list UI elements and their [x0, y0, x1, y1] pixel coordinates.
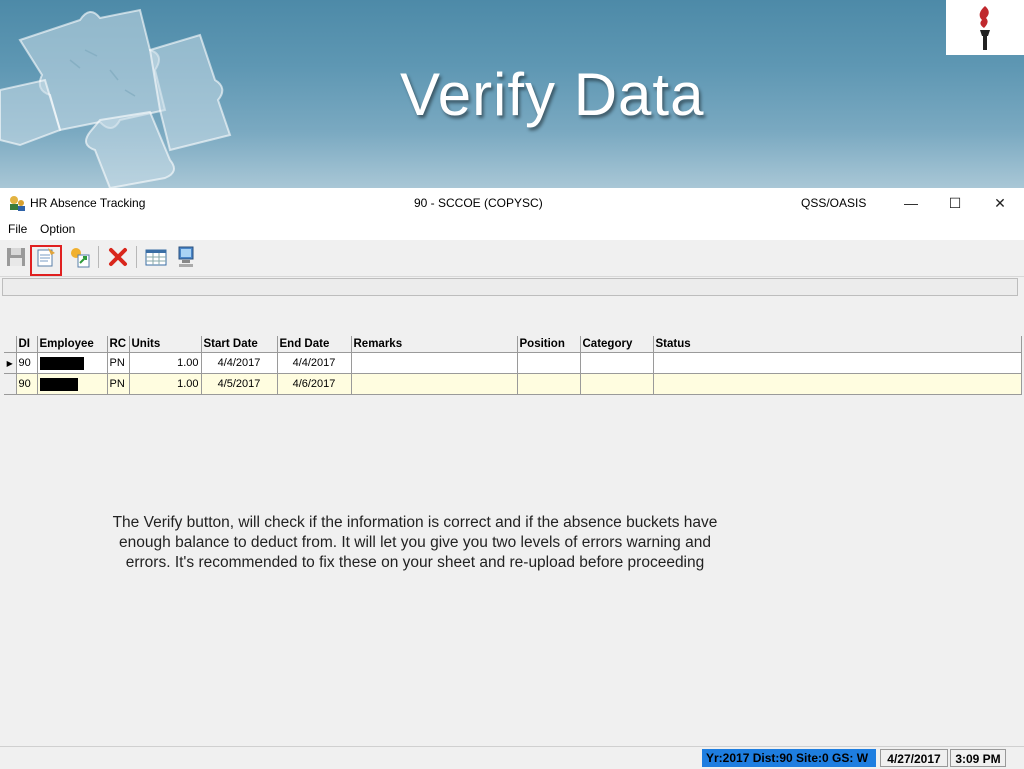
app-icon: [10, 196, 25, 211]
status-date: 4/27/2017: [880, 749, 948, 767]
table-row[interactable]: 90 PN 1.00 4/5/2017 4/6/2017: [4, 373, 1022, 395]
cell-status[interactable]: [653, 352, 1022, 374]
note-line: enough balance to deduct from. It will l…: [119, 534, 711, 551]
cell-employee[interactable]: [37, 373, 108, 395]
cell-rc[interactable]: PN: [107, 373, 130, 395]
close-button[interactable]: ✕: [977, 188, 1023, 218]
title-bar: HR Absence Tracking 90 - SCCOE (COPYSC) …: [0, 188, 1024, 218]
current-row-marker[interactable]: ▶: [4, 352, 17, 374]
status-bar: Yr:2017 Dist:90 Site:0 GS: W 4/27/2017 3…: [0, 746, 1024, 769]
column-header-employee[interactable]: Employee: [37, 336, 108, 353]
calendar-grid-icon[interactable]: [144, 245, 168, 269]
cell-category[interactable]: [580, 373, 654, 395]
toolbar-separator: [136, 246, 137, 268]
status-info: Yr:2017 Dist:90 Site:0 GS: W: [702, 749, 876, 767]
verify-highlight-box: [30, 245, 62, 276]
menu-option[interactable]: Option: [40, 222, 75, 236]
column-header-end-date[interactable]: End Date: [277, 336, 352, 353]
cell-position[interactable]: [517, 373, 581, 395]
note-line: errors. It's recommended to fix these on…: [125, 554, 705, 571]
upload-icon[interactable]: [68, 245, 92, 269]
torch-logo-icon: [979, 6, 990, 50]
slide-title: Verify Data: [400, 61, 705, 128]
column-header-start-date[interactable]: Start Date: [201, 336, 278, 353]
absence-grid: DI Employee RC Units Start Date End Date…: [4, 336, 1022, 395]
redacted-name: [39, 356, 84, 370]
cell-employee[interactable]: [37, 352, 108, 374]
cell-category[interactable]: [580, 352, 654, 374]
menu-file[interactable]: File: [8, 222, 27, 236]
delete-icon[interactable]: [106, 245, 130, 269]
minimize-button[interactable]: —: [888, 188, 934, 218]
district-title: 90 - SCCOE (COPYSC): [414, 196, 543, 210]
status-time: 3:09 PM: [950, 749, 1006, 767]
puzzle-graphic: [0, 8, 232, 188]
menu-bar: File Option: [0, 218, 1024, 240]
slide-banner: Verify Data: [0, 0, 1024, 188]
save-icon[interactable]: [4, 245, 28, 269]
window-title: HR Absence Tracking: [30, 196, 146, 210]
toolbar-separator: [98, 246, 99, 268]
toolbar: [0, 240, 1024, 277]
grid-header-row: DI Employee RC Units Start Date End Date…: [4, 336, 1022, 353]
column-header-status[interactable]: Status: [653, 336, 1022, 353]
logo: [946, 0, 1024, 55]
column-header-remarks[interactable]: Remarks: [351, 336, 518, 353]
computer-icon[interactable]: [174, 245, 198, 269]
column-header-rc[interactable]: RC: [107, 336, 130, 353]
cell-position[interactable]: [517, 352, 581, 374]
system-title: QSS/OASIS: [801, 196, 867, 210]
cell-start-date[interactable]: 4/5/2017: [201, 373, 278, 395]
progress-bar: [2, 278, 1018, 296]
cell-di[interactable]: 90: [16, 352, 38, 374]
redacted-name: [39, 377, 78, 391]
column-header-di[interactable]: DI: [16, 336, 38, 353]
column-header-position[interactable]: Position: [517, 336, 581, 353]
slide-note: The Verify button, will check if the inf…: [80, 513, 750, 573]
row-selector[interactable]: [4, 373, 17, 395]
cell-start-date[interactable]: 4/4/2017: [201, 352, 278, 374]
cell-di[interactable]: 90: [16, 373, 38, 395]
maximize-button[interactable]: ☐: [932, 188, 978, 218]
cell-status[interactable]: [653, 373, 1022, 395]
cell-units[interactable]: 1.00: [129, 352, 202, 374]
cell-units[interactable]: 1.00: [129, 373, 202, 395]
cell-remarks[interactable]: [351, 373, 518, 395]
table-row[interactable]: ▶ 90 PN 1.00 4/4/2017 4/4/2017: [4, 352, 1022, 374]
cell-remarks[interactable]: [351, 352, 518, 374]
cell-rc[interactable]: PN: [107, 352, 130, 374]
column-header-category[interactable]: Category: [580, 336, 654, 353]
row-selector-header: [4, 336, 17, 353]
note-line: The Verify button, will check if the inf…: [112, 514, 718, 531]
cell-end-date[interactable]: 4/4/2017: [277, 352, 352, 374]
cell-end-date[interactable]: 4/6/2017: [277, 373, 352, 395]
app-window: HR Absence Tracking 90 - SCCOE (COPYSC) …: [0, 188, 1024, 769]
column-header-units[interactable]: Units: [129, 336, 202, 353]
